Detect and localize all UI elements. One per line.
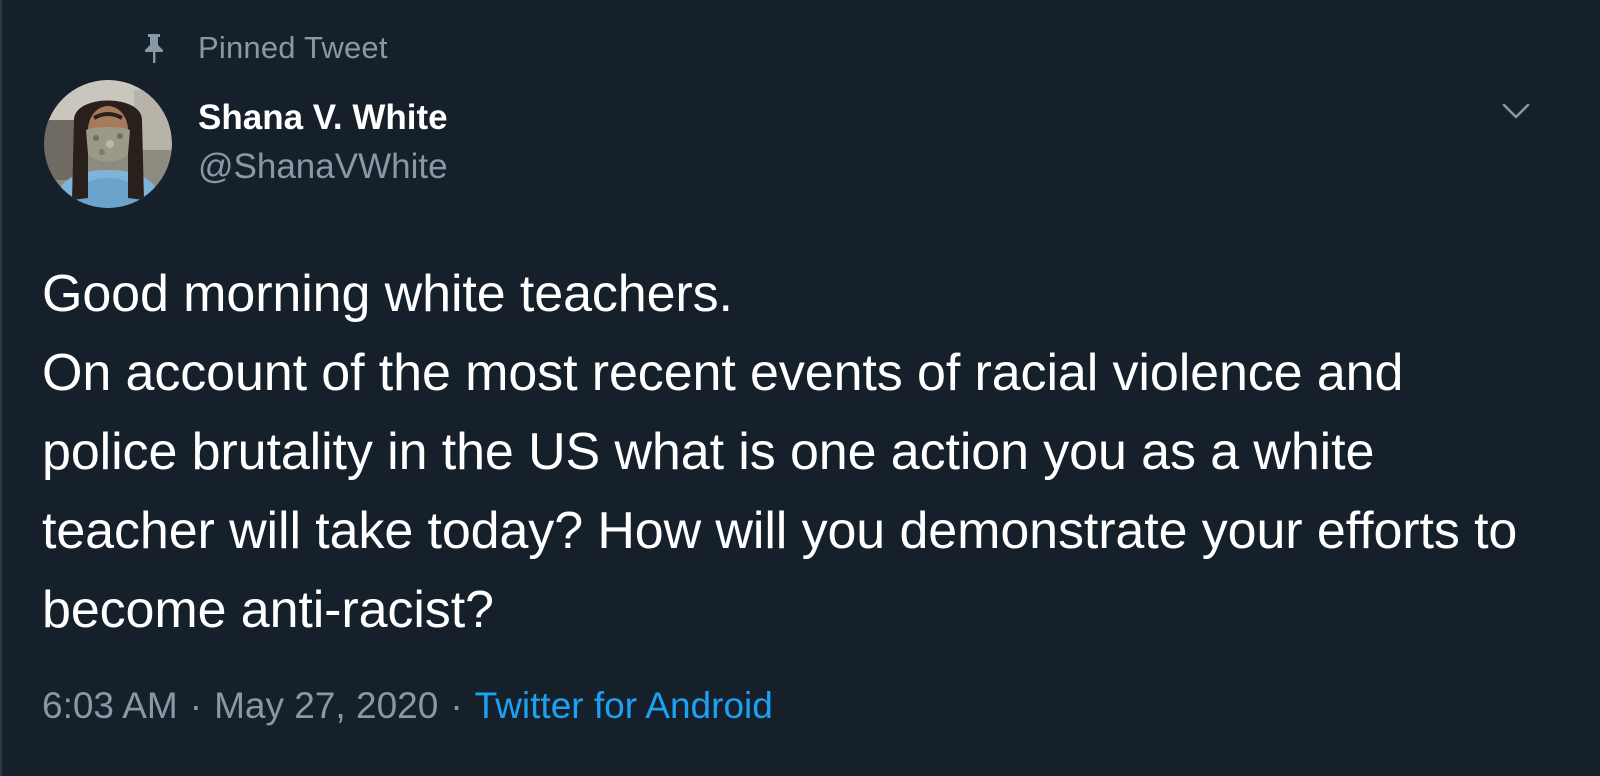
meta-separator: · xyxy=(189,685,203,726)
chevron-down-icon xyxy=(1501,102,1531,125)
author-info[interactable]: Shana V. White @ShanaVWhite xyxy=(198,94,448,192)
author-handle[interactable]: @ShanaVWhite xyxy=(198,142,448,192)
tweet-menu-button[interactable] xyxy=(1494,96,1538,130)
tweet-text: Good morning white teachers. On account … xyxy=(42,265,1518,639)
tweet-source-link[interactable]: Twitter for Android xyxy=(475,685,773,727)
tweet-date[interactable]: May 27, 2020 xyxy=(214,685,438,727)
meta-separator: · xyxy=(450,685,463,726)
tweet-meta: 6:03 AM · May 27, 2020 · Twitter for And… xyxy=(42,681,773,731)
left-border xyxy=(0,0,2,776)
author-display-name[interactable]: Shana V. White xyxy=(198,94,448,142)
tweet-time[interactable]: 6:03 AM xyxy=(42,685,178,727)
pin-icon xyxy=(140,31,168,65)
pinned-label: Pinned Tweet xyxy=(198,30,388,65)
pinned-indicator: Pinned Tweet xyxy=(140,26,388,70)
avatar[interactable] xyxy=(44,80,172,208)
